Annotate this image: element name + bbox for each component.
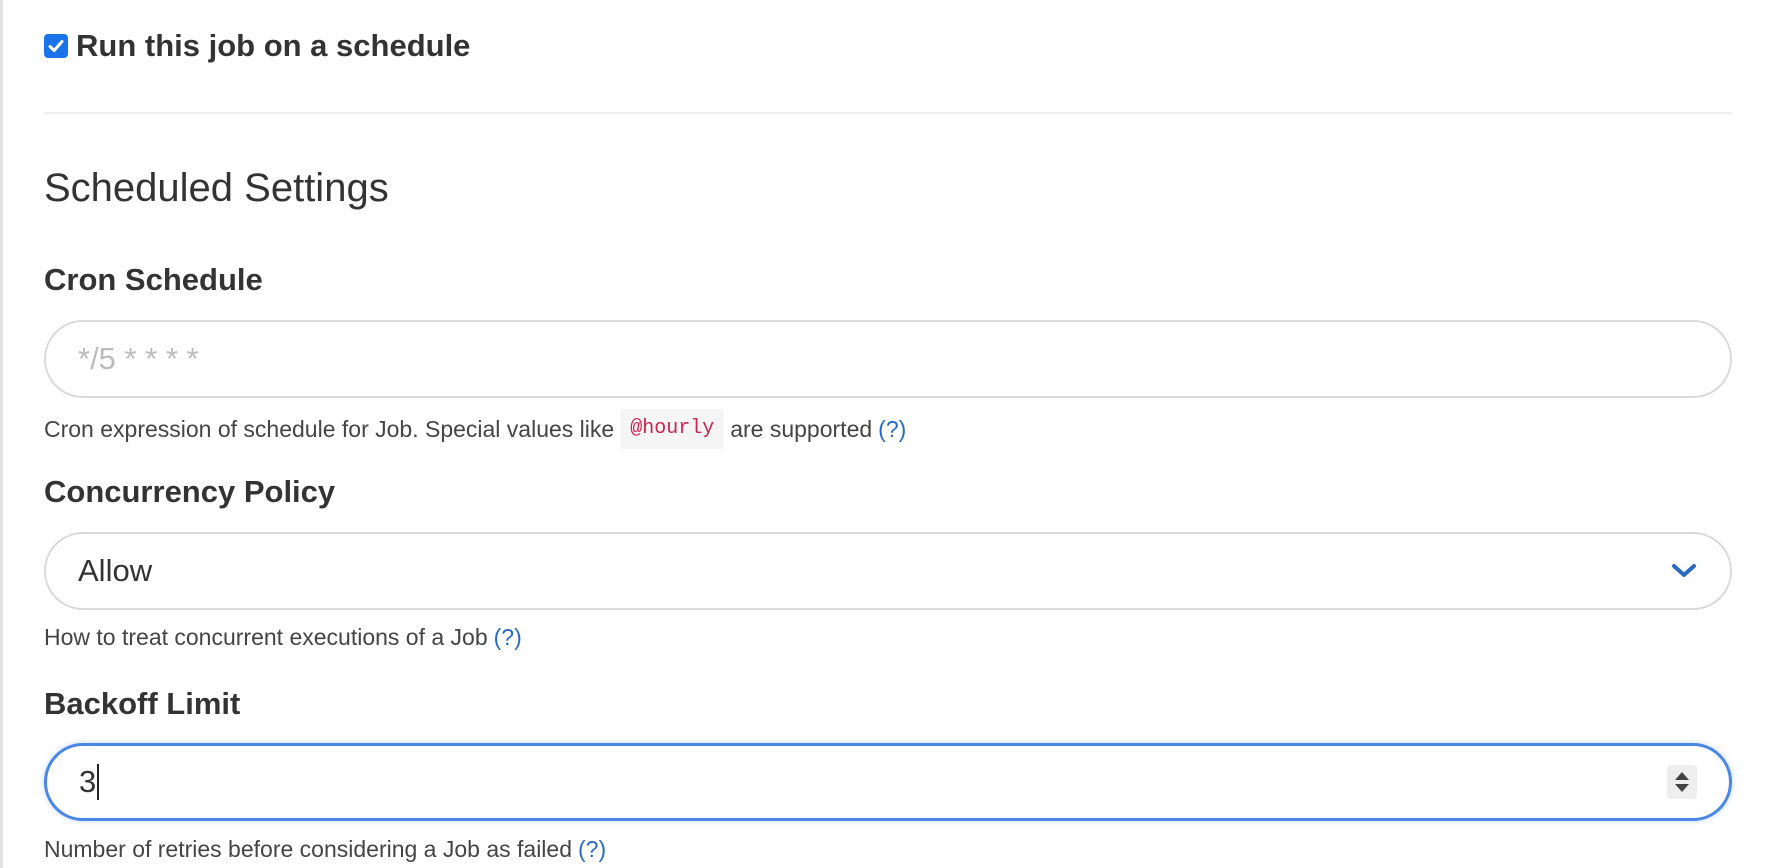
- backoff-limit-input[interactable]: 3: [79, 764, 1667, 800]
- schedule-toggle-label: Run this job on a schedule: [76, 28, 471, 63]
- stepper-down-icon[interactable]: [1675, 784, 1689, 792]
- text-caret: [97, 764, 100, 800]
- backoff-limit-help: Number of retries before considering a J…: [44, 833, 606, 865]
- chevron-down-icon: [1670, 561, 1698, 581]
- cron-schedule-label: Cron Schedule: [44, 262, 263, 297]
- concurrency-policy-label: Concurrency Policy: [44, 474, 336, 509]
- backoff-help-link[interactable]: (?): [578, 833, 606, 865]
- schedule-checkbox[interactable]: [44, 34, 68, 58]
- concurrency-policy-help: How to treat concurrent executions of a …: [44, 621, 522, 653]
- cron-schedule-help: Cron expression of schedule for Job. Spe…: [44, 409, 906, 449]
- left-border: [0, 0, 3, 868]
- page: Run this job on a schedule Scheduled Set…: [0, 0, 1776, 868]
- concurrency-policy-value: Allow: [78, 553, 153, 588]
- section-title: Scheduled Settings: [44, 166, 389, 210]
- cron-help-prefix: Cron expression of schedule for Job. Spe…: [44, 416, 615, 442]
- cron-schedule-input[interactable]: [78, 341, 1698, 377]
- cron-schedule-field[interactable]: [44, 320, 1732, 398]
- backoff-help-text: Number of retries before considering a J…: [44, 836, 573, 862]
- cron-help-link[interactable]: (?): [878, 413, 906, 445]
- concurrency-policy-select[interactable]: Allow: [44, 532, 1732, 610]
- stepper-up-icon[interactable]: [1675, 772, 1689, 780]
- section-divider: [44, 112, 1732, 114]
- cron-help-code: @hourly: [620, 409, 725, 449]
- schedule-toggle[interactable]: Run this job on a schedule: [44, 26, 470, 66]
- backoff-limit-value: 3: [79, 764, 97, 799]
- backoff-limit-label: Backoff Limit: [44, 686, 241, 721]
- backoff-limit-field[interactable]: 3: [44, 743, 1732, 821]
- stepper-arrows-icon[interactable]: [1667, 765, 1697, 799]
- checkmark-icon: [48, 40, 64, 52]
- cron-help-suffix: are supported: [730, 416, 873, 442]
- concurrency-help-link[interactable]: (?): [494, 621, 522, 653]
- concurrency-help-text: How to treat concurrent executions of a …: [44, 624, 488, 650]
